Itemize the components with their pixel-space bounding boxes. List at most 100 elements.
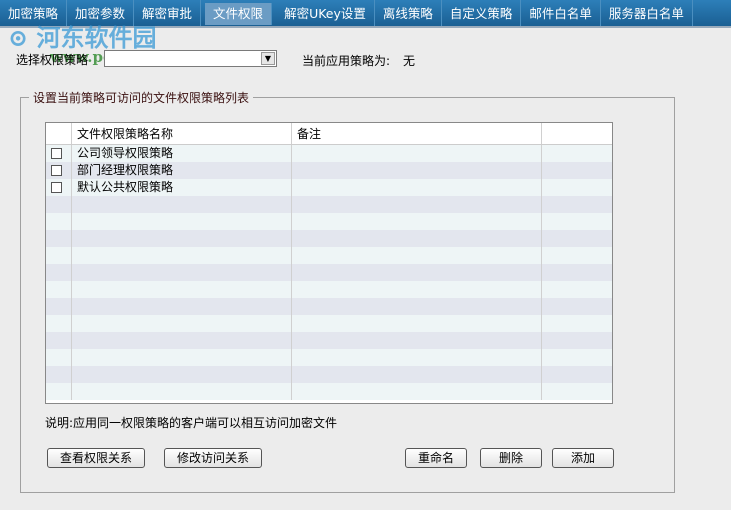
table-row[interactable] [46,281,612,298]
row-note [292,332,542,349]
row-name [72,281,292,298]
row-note [292,162,542,179]
row-check-cell [46,298,72,315]
row-note [292,264,542,281]
row-blank [542,315,612,332]
row-blank [542,213,612,230]
header-note[interactable]: 备注 [292,123,542,144]
policy-table: 文件权限策略名称 备注 公司领导权限策略 部门经理权限策略 默认公共权限策略 [45,122,613,404]
table-row[interactable] [46,315,612,332]
table-row[interactable]: 默认公共权限策略 [46,179,612,196]
row-blank [542,332,612,349]
row-blank [542,264,612,281]
row-check-cell [46,349,72,366]
current-policy-value: 无 [403,54,416,68]
row-blank [542,349,612,366]
row-name [72,213,292,230]
row-name [72,264,292,281]
row-blank [542,145,612,162]
table-row[interactable] [46,213,612,230]
row-name [72,230,292,247]
delete-button[interactable]: 删除 [480,448,542,468]
row-checkbox[interactable] [51,182,62,193]
row-check-cell [46,145,72,162]
row-checkbox[interactable] [51,148,62,159]
row-note [292,145,542,162]
row-note [292,230,542,247]
row-blank [542,162,612,179]
view-relations-button[interactable]: 查看权限关系 [47,448,145,468]
table-row[interactable] [46,332,612,349]
row-blank [542,179,612,196]
row-blank [542,247,612,264]
row-check-cell [46,315,72,332]
table-row[interactable] [46,247,612,264]
row-blank [542,281,612,298]
row-check-cell [46,383,72,400]
row-check-cell [46,179,72,196]
modify-access-button[interactable]: 修改访问关系 [164,448,262,468]
row-note [292,366,542,383]
row-note [292,298,542,315]
table-header: 文件权限策略名称 备注 [46,123,612,145]
header-name[interactable]: 文件权限策略名称 [72,123,292,144]
table-row[interactable] [46,349,612,366]
row-name [72,349,292,366]
row-check-cell [46,162,72,179]
table-row[interactable] [46,230,612,247]
row-name [72,383,292,400]
row-note [292,196,542,213]
tab-1[interactable]: 加密参数 [67,0,135,26]
row-blank [542,230,612,247]
tab-4[interactable]: 解密UKey设置 [276,0,375,26]
table-row[interactable] [46,383,612,400]
row-name [72,332,292,349]
tab-2[interactable]: 解密审批 [134,0,202,26]
row-blank [542,196,612,213]
table-row[interactable]: 部门经理权限策略 [46,162,612,179]
table-row[interactable] [46,366,612,383]
row-name [72,196,292,213]
note-text: 说明:应用同一权限策略的客户端可以相互访问加密文件 [45,416,338,430]
chevron-down-icon[interactable]: ▼ [261,52,275,65]
tab-6[interactable]: 自定义策略 [442,0,522,26]
table-row[interactable] [46,196,612,213]
row-name [72,315,292,332]
row-blank [542,366,612,383]
add-button[interactable]: 添加 [552,448,614,468]
row-name: 部门经理权限策略 [72,162,292,179]
row-check-cell [46,247,72,264]
row-check-cell [46,264,72,281]
row-name [72,366,292,383]
row-check-cell [46,230,72,247]
row-note [292,281,542,298]
current-policy-label: 当前应用策略为: [302,54,391,68]
select-policy-label: 选择权限策略 [16,53,89,67]
rename-button[interactable]: 重命名 [405,448,467,468]
tab-0[interactable]: 加密策略 [0,0,68,26]
tab-bar: 加密策略 加密参数 解密审批 文件权限 解密UKey设置 离线策略 自定义策略 邮件白名单 服务… [0,0,731,28]
row-checkbox[interactable] [51,165,62,176]
tab-3[interactable]: 文件权限 [205,3,273,25]
row-name: 公司领导权限策略 [72,145,292,162]
row-note [292,247,542,264]
table-row[interactable] [46,298,612,315]
row-note [292,179,542,196]
table-row[interactable] [46,264,612,281]
row-name: 默认公共权限策略 [72,179,292,196]
row-name [72,298,292,315]
tab-5[interactable]: 离线策略 [375,0,442,26]
row-name [72,247,292,264]
tab-8[interactable]: 服务器白名单 [601,0,693,26]
row-note [292,383,542,400]
row-note [292,349,542,366]
row-note [292,315,542,332]
row-check-cell [46,213,72,230]
row-blank [542,383,612,400]
group-title: 设置当前策略可访问的文件权限策略列表 [29,89,254,106]
table-row[interactable]: 公司领导权限策略 [46,145,612,162]
tab-7[interactable]: 邮件白名单 [521,0,601,26]
row-check-cell [46,196,72,213]
row-check-cell [46,332,72,349]
policy-select[interactable]: ▼ [104,50,277,67]
